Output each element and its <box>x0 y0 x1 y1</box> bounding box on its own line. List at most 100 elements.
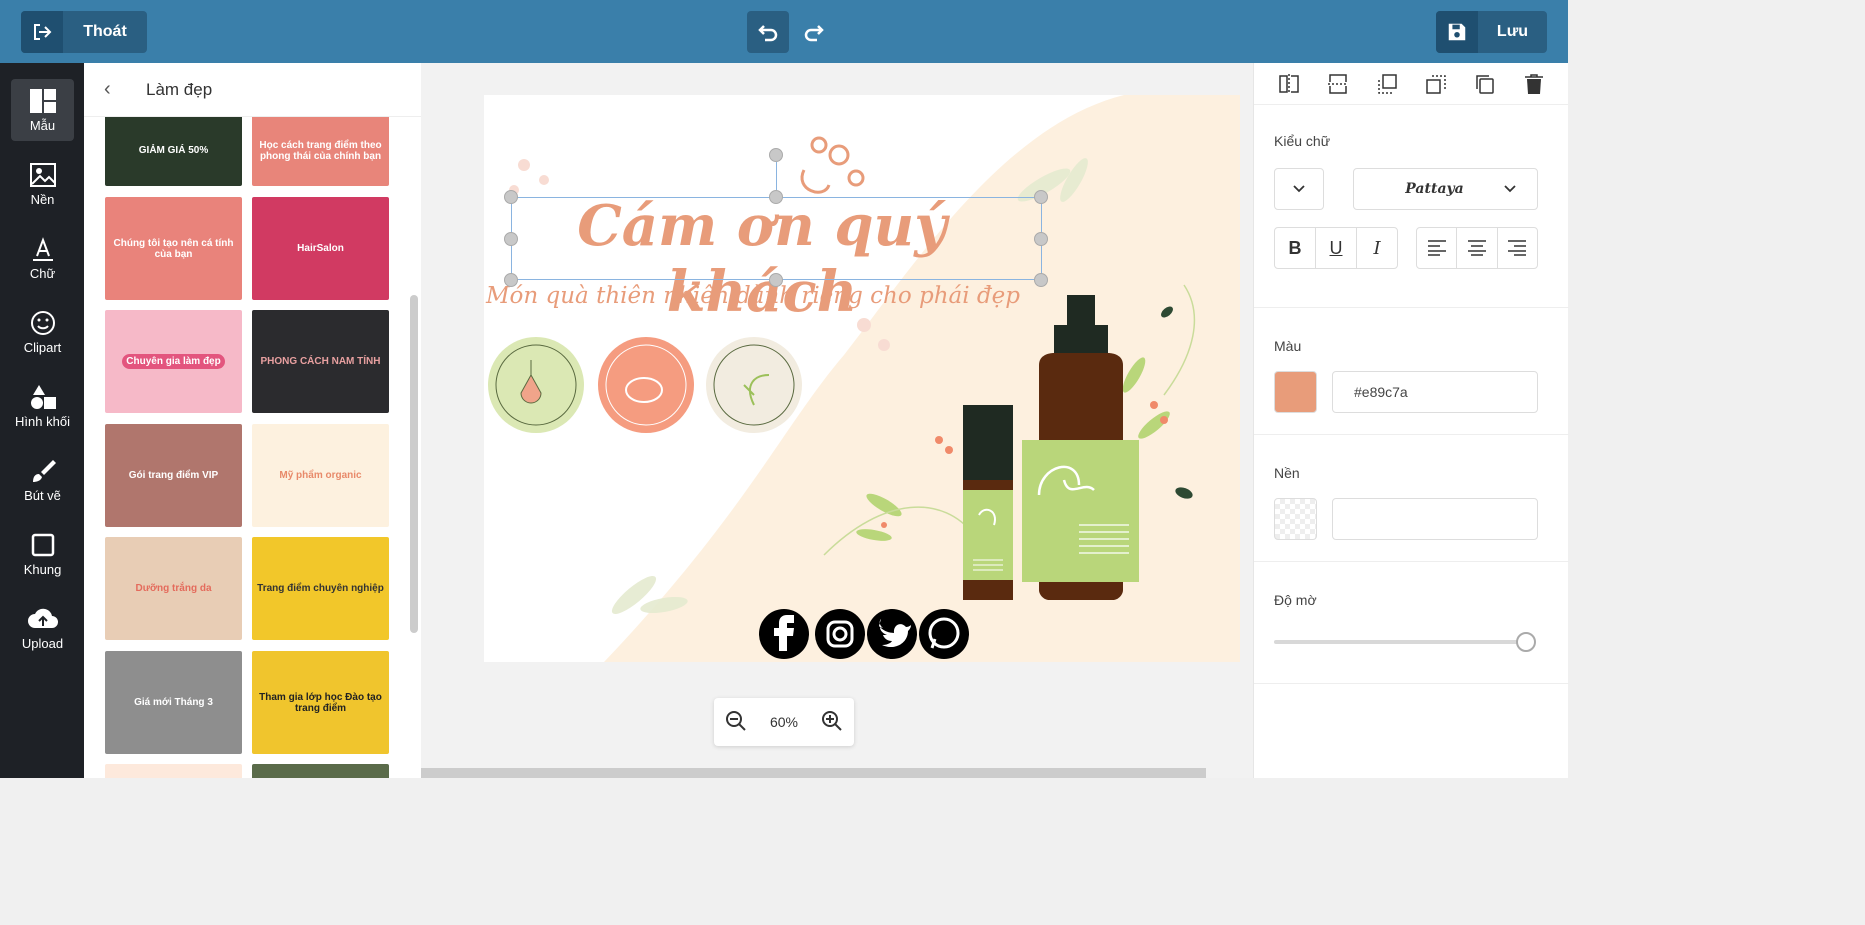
underline-button[interactable]: U <box>1316 228 1357 268</box>
template-thumb[interactable]: PHONG CÁCH NAM TÍNH <box>252 310 389 413</box>
resize-handle[interactable] <box>769 190 783 204</box>
color-section: Màu #e89c7a <box>1254 308 1569 435</box>
template-thumb[interactable]: Mỹ phẩm organic <box>252 424 389 527</box>
back-icon[interactable]: ‹ <box>104 78 134 101</box>
template-thumb[interactable] <box>105 764 242 778</box>
template-thumb[interactable]: HairSalon <box>252 197 389 300</box>
nav-text[interactable]: Chữ <box>11 227 74 289</box>
align-center-button[interactable] <box>1457 228 1498 268</box>
nav-label: Mẫu <box>29 117 56 133</box>
template-grid: GIẢM GIÁ 50% Học cách trang điểm theo ph… <box>105 117 395 778</box>
opacity-label: Độ mờ <box>1274 592 1317 608</box>
send-backward-icon[interactable] <box>1425 73 1447 95</box>
design-artwork <box>488 95 1240 662</box>
zoom-out-icon[interactable] <box>725 710 747 735</box>
frame-icon <box>31 533 54 556</box>
italic-button[interactable]: I <box>1357 228 1397 268</box>
resize-handle[interactable] <box>1034 232 1048 246</box>
nav-templates[interactable]: Mẫu <box>11 79 74 141</box>
flip-vertical-icon[interactable] <box>1327 73 1349 95</box>
exit-icon <box>21 11 63 53</box>
color-hex-input[interactable]: #e89c7a <box>1332 371 1538 413</box>
background-hex-input[interactable] <box>1332 498 1538 540</box>
background-swatch[interactable] <box>1274 498 1317 540</box>
save-button[interactable]: Lưu <box>1436 11 1547 53</box>
align-right-button[interactable] <box>1498 228 1537 268</box>
brush-icon <box>32 459 56 482</box>
design-canvas[interactable]: Cám ơn quý khách Món quà thiên nhiên dàn… <box>484 95 1240 662</box>
rotate-handle[interactable] <box>769 148 783 162</box>
template-thumb[interactable]: GIẢM GIÁ 50% <box>105 117 242 186</box>
exit-button[interactable]: Thoát <box>21 11 147 53</box>
color-label: Màu <box>1274 338 1302 354</box>
undo-icon <box>758 25 778 42</box>
redo-button[interactable] <box>793 11 835 53</box>
bold-button[interactable]: B <box>1275 228 1316 268</box>
smiley-icon <box>30 310 55 335</box>
template-thumb[interactable]: Gói trang điểm VIP <box>105 424 242 527</box>
nav-frame[interactable]: Khung <box>11 523 74 585</box>
resize-handle[interactable] <box>504 232 518 246</box>
nav-background[interactable]: Nền <box>11 153 74 215</box>
color-swatch[interactable] <box>1274 371 1317 413</box>
template-thumb[interactable]: Chuyên gia làm đẹp <box>105 310 242 413</box>
bring-forward-icon[interactable] <box>1376 73 1398 95</box>
font-size-select[interactable] <box>1274 168 1324 210</box>
align-right-icon <box>1508 240 1527 256</box>
nav-label: Bút vẽ <box>24 487 61 503</box>
upload-icon <box>27 608 58 628</box>
panel-scrollbar[interactable] <box>410 295 418 633</box>
opacity-slider-thumb[interactable] <box>1516 632 1536 652</box>
zoom-level: 60% <box>769 714 799 730</box>
font-label: Kiểu chữ <box>1274 133 1331 149</box>
zoom-in-icon[interactable] <box>821 710 843 735</box>
undo-button[interactable] <box>747 11 789 53</box>
template-thumb[interactable] <box>252 764 389 778</box>
nav-upload[interactable]: Upload <box>11 597 74 659</box>
nav-shapes[interactable]: Hình khối <box>11 375 74 437</box>
template-thumb[interactable]: Chúng tôi tạo nên cá tính của bạn <box>105 197 242 300</box>
duplicate-icon[interactable] <box>1474 73 1496 95</box>
left-nav: Mẫu Nền Chữ Clipart Hình khối Bút vẽ Khu… <box>0 63 84 778</box>
nav-label: Khung <box>23 561 62 577</box>
text-icon <box>32 236 53 261</box>
design-subtitle[interactable]: Món quà thiên nhiên dành riêng cho phái … <box>486 283 1020 309</box>
nav-label: Nền <box>30 191 55 207</box>
redo-icon <box>804 25 824 42</box>
template-thumb[interactable]: Giá mới Tháng 3 <box>105 651 242 754</box>
font-family-select[interactable]: Pattaya <box>1353 168 1538 210</box>
panel-title: Làm đẹp <box>146 79 213 99</box>
properties-panel: Kiểu chữ Pattaya B U I Màu #e89c7a Nền Đ… <box>1253 63 1569 778</box>
save-label: Lưu <box>1496 23 1529 40</box>
horizontal-scrollbar[interactable] <box>421 768 1206 778</box>
resize-handle[interactable] <box>1034 273 1048 287</box>
align-center-icon <box>1467 240 1486 256</box>
nav-brush[interactable]: Bút vẽ <box>11 449 74 511</box>
flip-horizontal-icon[interactable] <box>1278 73 1300 95</box>
background-label: Nền <box>1274 465 1300 481</box>
nav-clipart[interactable]: Clipart <box>11 301 74 363</box>
chevron-down-icon <box>1293 185 1305 193</box>
template-thumb[interactable]: Học cách trang điểm theo phong thái của … <box>252 117 389 186</box>
template-thumb[interactable]: Dưỡng trắng da <box>105 537 242 640</box>
align-left-button[interactable] <box>1417 228 1458 268</box>
delete-icon[interactable] <box>1523 73 1545 95</box>
resize-handle[interactable] <box>1034 190 1048 204</box>
align-left-icon <box>1427 240 1446 256</box>
align-group <box>1416 227 1538 269</box>
opacity-slider-track[interactable] <box>1274 640 1526 644</box>
nav-label: Chữ <box>29 265 56 281</box>
rotate-line <box>776 162 777 190</box>
selection-box[interactable] <box>511 197 1042 280</box>
object-toolbar <box>1254 63 1568 105</box>
resize-handle[interactable] <box>769 273 783 287</box>
panel-header: ‹ Làm đẹp <box>84 63 421 117</box>
resize-handle[interactable] <box>504 190 518 204</box>
text-style-group: B U I <box>1274 227 1398 269</box>
template-thumb[interactable]: Tham gia lớp học Đào tạo trang điểm <box>252 651 389 754</box>
font-family-value: Pattaya <box>1405 181 1464 197</box>
resize-handle[interactable] <box>504 273 518 287</box>
nav-label: Hình khối <box>15 413 70 429</box>
color-hex-value: #e89c7a <box>1354 384 1408 400</box>
template-thumb[interactable]: Trang điểm chuyên nghiệp <box>252 537 389 640</box>
